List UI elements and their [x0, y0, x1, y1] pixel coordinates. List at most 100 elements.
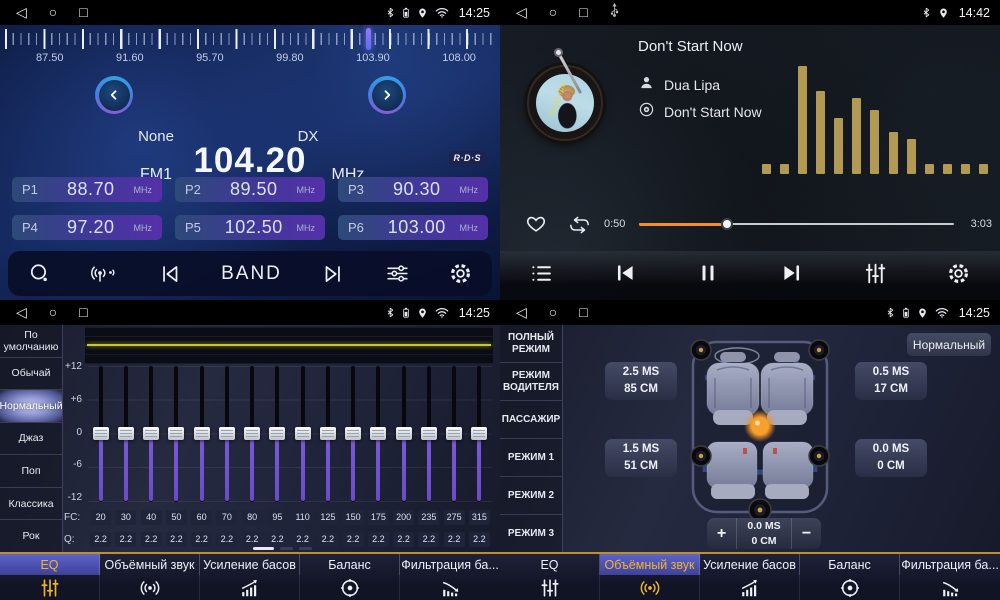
slider-handle[interactable]: [320, 427, 336, 440]
fc-value[interactable]: 235: [418, 510, 439, 525]
tune-up-button[interactable]: [368, 76, 406, 114]
previous-track-icon[interactable]: [612, 260, 638, 291]
ruler-pointer[interactable]: [366, 28, 371, 50]
eq-band-slider[interactable]: [214, 366, 239, 502]
eq-preset-item[interactable]: Джаз: [0, 423, 62, 456]
eq-band-slider[interactable]: [139, 366, 164, 502]
preset-button[interactable]: P1 88.70 MHz: [12, 177, 162, 202]
home-icon[interactable]: ○: [49, 0, 57, 25]
eq-band-slider[interactable]: [467, 366, 492, 502]
progress-knob[interactable]: [721, 218, 733, 230]
playlist-icon[interactable]: [529, 261, 554, 291]
eq-band-slider[interactable]: [315, 366, 340, 502]
fc-value[interactable]: 275: [444, 510, 465, 525]
sliders-icon[interactable]: [385, 261, 410, 286]
slider-handle[interactable]: [295, 427, 311, 440]
recents-icon[interactable]: □: [579, 0, 587, 25]
fc-value[interactable]: 150: [343, 510, 364, 525]
album-art-vinyl[interactable]: DuaLipa: [527, 65, 603, 141]
back-icon[interactable]: ◁: [16, 300, 27, 325]
slider-handle[interactable]: [244, 427, 260, 440]
slider-handle[interactable]: [370, 427, 386, 440]
previous-station-icon[interactable]: [157, 261, 183, 287]
rear-right-delay[interactable]: 0.0 MS0 CM: [855, 439, 927, 477]
listening-mode-item[interactable]: ПАССАЖИР: [500, 401, 562, 439]
frequency-ruler[interactable]: [5, 28, 495, 50]
tab-surround[interactable]: Объёмный звук: [600, 554, 700, 600]
slider-handle[interactable]: [93, 427, 109, 440]
slider-handle[interactable]: [446, 427, 462, 440]
q-value[interactable]: 2.2: [141, 532, 162, 547]
rear-left-delay[interactable]: 1.5 MS51 CM: [605, 439, 677, 477]
q-value[interactable]: 2.2: [343, 532, 364, 547]
tab-bass-boost[interactable]: Усиление басов: [200, 554, 300, 600]
preset-button[interactable]: P4 97.20 MHz: [12, 215, 162, 240]
eq-preset-item[interactable]: Поп: [0, 455, 62, 488]
fc-value[interactable]: 50: [166, 510, 187, 525]
eq-band-slider[interactable]: [240, 366, 265, 502]
slider-handle[interactable]: [421, 427, 437, 440]
home-icon[interactable]: ○: [49, 300, 57, 325]
tab-eq[interactable]: EQ: [0, 554, 100, 600]
q-value[interactable]: 2.2: [444, 532, 465, 547]
sound-profile-button[interactable]: Нормальный: [907, 333, 991, 356]
repeat-icon[interactable]: [566, 215, 593, 240]
fc-value[interactable]: 40: [141, 510, 162, 525]
settings-gear-icon[interactable]: [448, 261, 473, 286]
eq-band-slider[interactable]: [113, 366, 138, 502]
eq-band-slider[interactable]: [164, 366, 189, 502]
eq-preset-item[interactable]: Классика: [0, 488, 62, 521]
listening-mode-item[interactable]: ПОЛНЫЙ РЕЖИМ: [500, 325, 562, 363]
q-value[interactable]: 2.2: [368, 532, 389, 547]
tab-bass-boost[interactable]: Усиление басов: [700, 554, 800, 600]
stereo-broadcast-icon[interactable]: [90, 262, 118, 286]
preset-button[interactable]: P6 103.00 MHz: [338, 215, 488, 240]
equalizer-sliders-icon[interactable]: [863, 261, 888, 291]
fc-value[interactable]: 95: [267, 510, 288, 525]
eq-band-slider[interactable]: [341, 366, 366, 502]
next-track-icon[interactable]: [779, 260, 805, 291]
q-value[interactable]: 2.2: [216, 532, 237, 547]
q-value[interactable]: 2.2: [267, 532, 288, 547]
eq-band-slider[interactable]: [416, 366, 441, 502]
settings-gear-icon[interactable]: [946, 261, 971, 291]
listening-mode-item[interactable]: РЕЖИМ ВОДИТЕЛЯ: [500, 363, 562, 401]
favorite-heart-icon[interactable]: [524, 213, 548, 240]
fc-value[interactable]: 200: [393, 510, 414, 525]
delay-increase-button[interactable]: +: [707, 518, 737, 549]
slider-handle[interactable]: [219, 427, 235, 440]
fc-value[interactable]: 80: [242, 510, 263, 525]
preset-button[interactable]: P5 102.50 MHz: [175, 215, 325, 240]
back-icon[interactable]: ◁: [516, 0, 527, 25]
slider-handle[interactable]: [143, 427, 159, 440]
delay-decrease-button[interactable]: −: [791, 518, 821, 549]
q-value[interactable]: 2.2: [242, 532, 263, 547]
eq-band-slider[interactable]: [442, 366, 467, 502]
q-value[interactable]: 2.2: [191, 532, 212, 547]
eq-band-slider[interactable]: [391, 366, 416, 502]
q-value[interactable]: 2.2: [292, 532, 313, 547]
tab-eq[interactable]: EQ: [500, 554, 600, 600]
slider-handle[interactable]: [118, 427, 134, 440]
eq-preset-item[interactable]: Рок: [0, 520, 62, 552]
tune-down-button[interactable]: [95, 76, 133, 114]
eq-band-slider[interactable]: [366, 366, 391, 502]
listening-mode-item[interactable]: РЕЖИМ 2: [500, 477, 562, 515]
fc-value[interactable]: 20: [90, 510, 111, 525]
home-icon[interactable]: ○: [549, 0, 557, 25]
recents-icon[interactable]: □: [79, 0, 87, 25]
slider-handle[interactable]: [269, 427, 285, 440]
home-icon[interactable]: ○: [549, 300, 557, 325]
fc-value[interactable]: 30: [115, 510, 136, 525]
band-button[interactable]: BAND: [221, 263, 282, 285]
recents-icon[interactable]: □: [579, 300, 587, 325]
fc-value[interactable]: 110: [292, 510, 313, 525]
q-value[interactable]: 2.2: [469, 532, 490, 547]
back-icon[interactable]: ◁: [516, 300, 527, 325]
fc-value[interactable]: 70: [216, 510, 237, 525]
slider-handle[interactable]: [194, 427, 210, 440]
tab-filter[interactable]: Фильтрация ба...: [900, 554, 1000, 600]
fc-value[interactable]: 175: [368, 510, 389, 525]
listening-mode-item[interactable]: РЕЖИМ 3: [500, 515, 562, 552]
q-value[interactable]: 2.2: [115, 532, 136, 547]
